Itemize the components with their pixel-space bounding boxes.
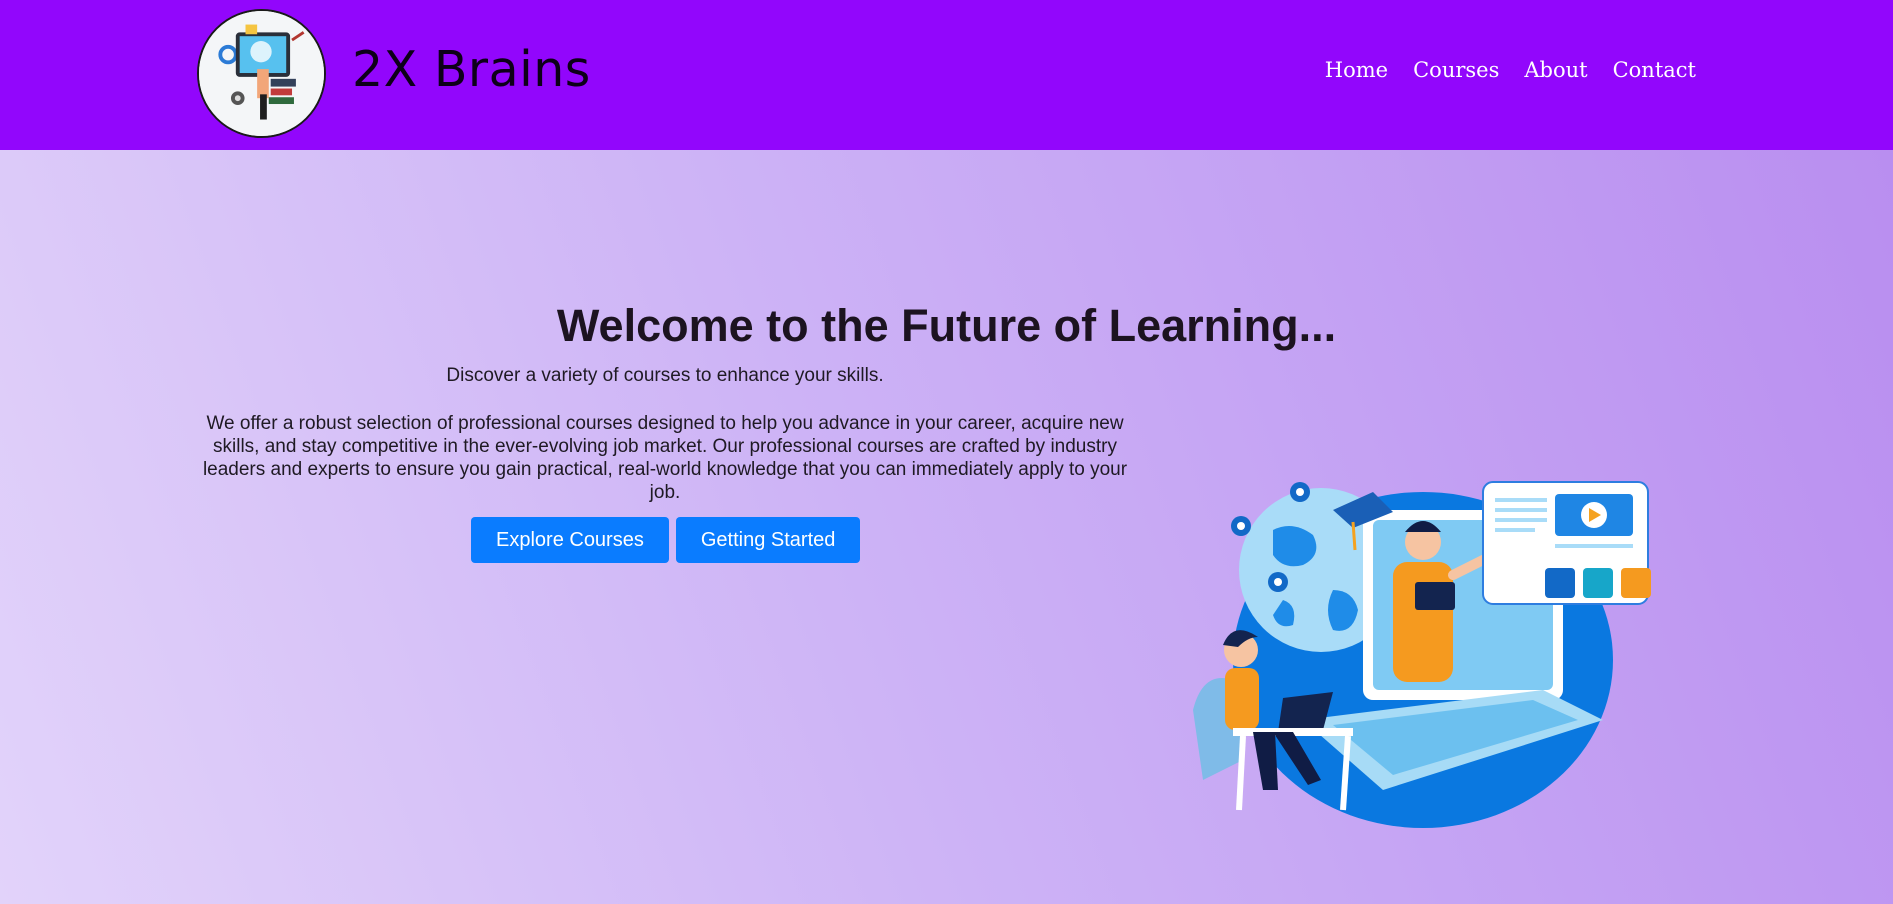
nav-link-about[interactable]: About (1524, 58, 1587, 82)
brand-name: 2X Brains (352, 41, 591, 98)
nav-link-courses[interactable]: Courses (1413, 58, 1499, 82)
online-learning-illustration (1193, 481, 1651, 828)
hero-buttons: Explore Courses Getting Started (471, 517, 861, 563)
explore-courses-button[interactable]: Explore Courses (471, 517, 669, 563)
hero-description: We offer a robust selection of professio… (202, 413, 1128, 503)
getting-started-button[interactable]: Getting Started (675, 517, 861, 563)
hero-title: Welcome to the Future of Learning... (556, 300, 1337, 351)
navbar: 2X Brains Home Courses About Contact (0, 0, 1893, 150)
hero-subtitle: Discover a variety of courses to enhance… (446, 365, 884, 386)
nav-link-contact[interactable]: Contact (1613, 58, 1696, 82)
hero-section: Welcome to the Future of Learning... Dis… (0, 150, 1893, 904)
nav-link-home[interactable]: Home (1325, 58, 1388, 82)
main-nav: Home Courses About Contact (1325, 58, 1696, 82)
brain-logo-icon[interactable] (197, 9, 326, 138)
